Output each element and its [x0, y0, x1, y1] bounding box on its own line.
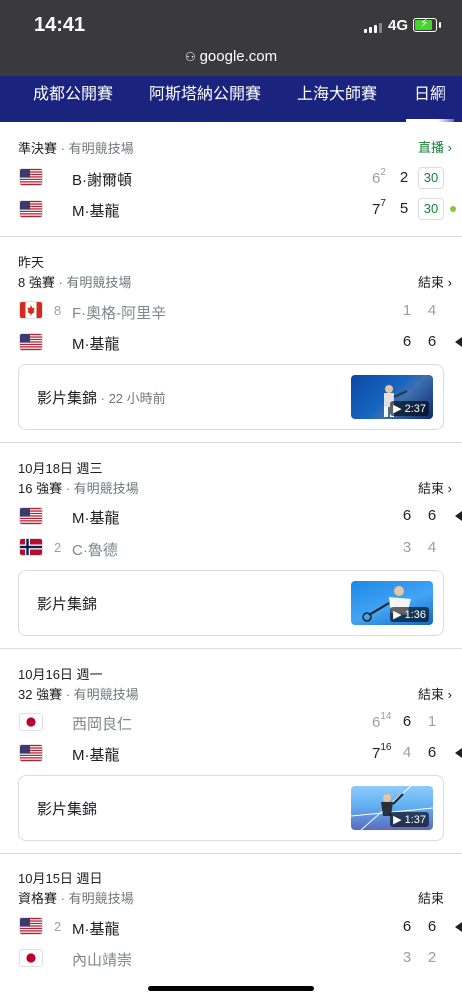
tournament-tabs: 成都公開賽 阿斯塔納公開賽 上海大師賽 日網 — [0, 76, 462, 122]
video-duration: ▶ 2:37 — [390, 401, 429, 416]
player-name: F·奧格-阿里辛 — [72, 305, 167, 322]
game-score: 30 — [418, 167, 444, 189]
set-score: 2 — [399, 169, 409, 186]
player-name: M·基龍 — [72, 747, 120, 764]
player-name: 內山靖崇 — [72, 952, 133, 969]
winner-indicator-icon — [455, 511, 462, 521]
usa-flag-icon — [20, 745, 42, 761]
japan-flag-icon — [20, 714, 42, 730]
match-date: 10月15日 週日 — [18, 871, 103, 886]
battery-charging-icon: ⚡ — [413, 16, 441, 32]
set-score: 4 — [402, 744, 412, 761]
highlights-card[interactable]: 影片集錦 ▶ 1:36 — [18, 570, 444, 636]
set-score: 5 — [399, 200, 409, 217]
set-score: 4 — [427, 302, 437, 319]
match-round: 資格賽 · 有明競技場 — [18, 891, 134, 906]
winner-indicator-icon — [455, 922, 462, 932]
player-seed: 8 — [54, 303, 62, 318]
video-thumbnail[interactable]: ▶ 1:37 — [351, 786, 433, 830]
usa-flag-icon — [20, 918, 42, 934]
video-duration: ▶ 1:37 — [390, 812, 429, 827]
set-score: 6 — [427, 744, 437, 761]
set-score: 6 — [402, 713, 412, 730]
set-score: 62 — [372, 167, 386, 187]
player-name: M·基龍 — [72, 921, 120, 938]
set-score: 3 — [402, 539, 412, 556]
match-round: 16 強賽 · 有明競技場 — [18, 481, 139, 496]
match-round: 8 強賽 · 有明競技場 — [18, 275, 132, 290]
match-date: 昨天 — [18, 255, 45, 270]
canada-flag-icon — [20, 302, 42, 318]
network-type: 4G — [388, 17, 409, 34]
set-score: 6 — [402, 918, 412, 935]
highlights-card[interactable]: 影片集錦 · 22 小時前 ▶ 2:37 — [18, 364, 444, 430]
tab-shanghai[interactable]: 上海大師賽 — [297, 76, 377, 122]
match-status-link[interactable]: 結束 › — [418, 478, 452, 497]
video-duration: ▶ 1:36 — [390, 607, 429, 622]
player-name: M·基龍 — [72, 336, 120, 353]
norway-flag-icon — [20, 539, 42, 555]
set-score: 2 — [427, 949, 437, 966]
set-score: 77 — [372, 198, 386, 218]
usa-flag-icon — [20, 508, 42, 524]
highlights-label: 影片集錦 — [37, 596, 98, 613]
live-link[interactable]: 直播 › — [418, 137, 452, 156]
set-score: 6 — [402, 333, 412, 350]
usa-flag-icon — [20, 334, 42, 350]
winner-indicator-icon — [455, 748, 462, 758]
set-score: 6 — [427, 918, 437, 935]
set-score: 614 — [372, 711, 392, 731]
match-status-link[interactable]: 結束 › — [418, 272, 452, 291]
player-name: M·基龍 — [72, 203, 120, 220]
player-seed: 2 — [54, 919, 62, 934]
url-bar[interactable]: ⚇ google.com — [0, 48, 462, 76]
match-round: 32 強賽 · 有明競技場 — [18, 687, 139, 702]
video-thumbnail[interactable]: ▶ 2:37 — [351, 375, 433, 419]
game-score: 30 — [418, 198, 444, 220]
serving-indicator — [450, 206, 456, 212]
match-date: 10月18日 週三 — [18, 461, 103, 476]
set-score: 1 — [427, 713, 437, 730]
match-status-link[interactable]: 結束 › — [418, 684, 452, 703]
set-score: 4 — [427, 539, 437, 556]
set-score: 3 — [402, 949, 412, 966]
winner-indicator-icon — [455, 337, 462, 347]
status-time: 14:41 — [34, 14, 86, 36]
player-name: C·魯德 — [72, 542, 118, 559]
set-score: 6 — [427, 507, 437, 524]
set-score: 6 — [402, 507, 412, 524]
usa-flag-icon — [20, 201, 42, 217]
tab-chengdu[interactable]: 成都公開賽 — [33, 76, 113, 122]
video-thumbnail[interactable]: ▶ 1:36 — [351, 581, 433, 625]
tracking-icon: ⚇ — [184, 50, 196, 64]
player-name: M·基龍 — [72, 510, 120, 527]
status-bar: 14:41 4G ⚡ — [0, 0, 462, 48]
highlights-label: 影片集錦 · 22 小時前 — [37, 390, 166, 407]
match-date: 10月16日 週一 — [18, 667, 103, 682]
match-status-link[interactable]: 結束 — [418, 888, 444, 907]
tab-astana[interactable]: 阿斯塔納公開賽 — [149, 76, 261, 122]
match-round: 準決賽 · 有明競技場 — [18, 141, 134, 156]
usa-flag-icon — [20, 169, 42, 185]
set-score: 6 — [427, 333, 437, 350]
highlights-card[interactable]: 影片集錦 ▶ 1:37 — [18, 775, 444, 841]
highlights-label: 影片集錦 — [37, 801, 98, 818]
japan-flag-icon — [20, 950, 42, 966]
player-seed: 2 — [54, 540, 62, 555]
set-score: 716 — [372, 742, 392, 762]
url-domain: google.com — [199, 48, 278, 65]
home-indicator[interactable] — [148, 986, 314, 991]
player-name: B·謝爾頓 — [72, 172, 133, 189]
set-score: 1 — [402, 302, 412, 319]
player-name: 西岡良仁 — [72, 716, 133, 733]
